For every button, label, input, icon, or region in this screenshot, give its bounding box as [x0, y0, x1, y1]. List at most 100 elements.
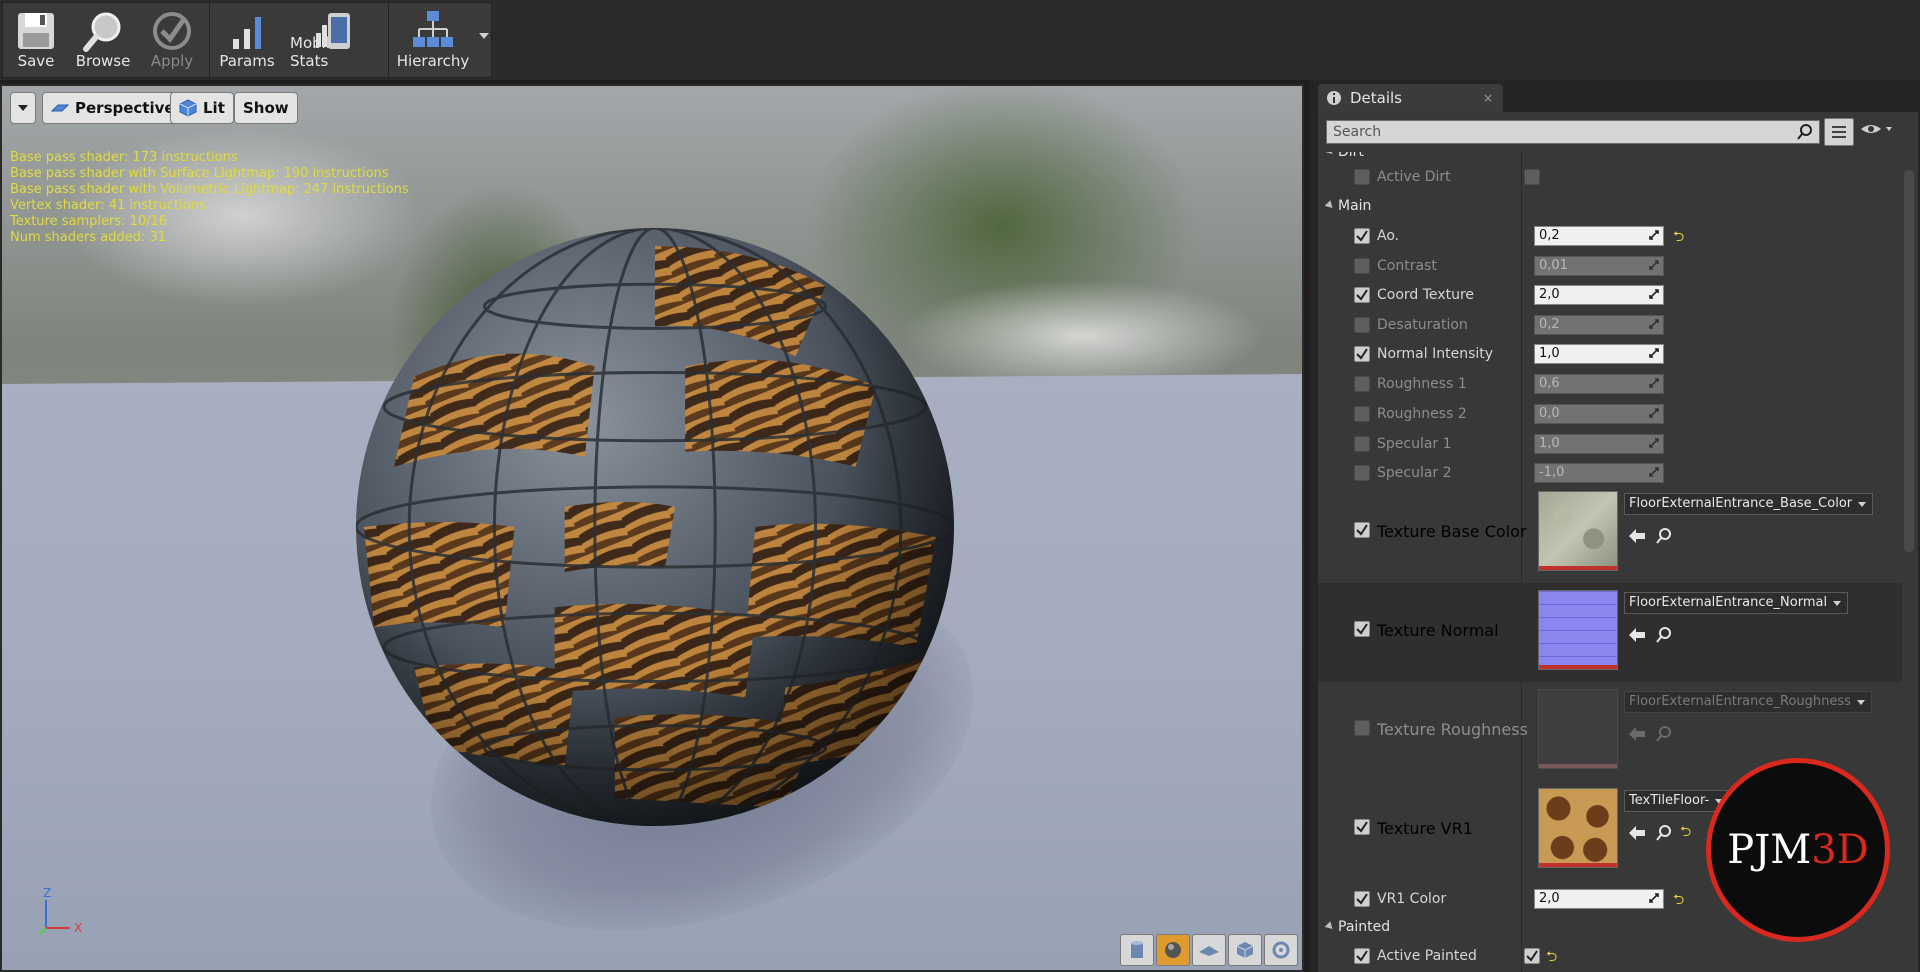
- tab-details[interactable]: Details ×: [1318, 84, 1503, 112]
- material-preview-viewport[interactable]: Perspective Lit Show Base pass shader: 1…: [0, 84, 1304, 972]
- specular-2-value-field[interactable]: -1,0: [1534, 463, 1664, 483]
- reset-to-default-icon[interactable]: ⮌: [1673, 226, 1684, 250]
- normal-thumbnail[interactable]: [1538, 590, 1618, 670]
- drag-spin-icon[interactable]: [1649, 230, 1659, 240]
- active-painted-enable-checkbox[interactable]: [1354, 948, 1370, 964]
- value-text: 0,6: [1539, 376, 1560, 391]
- details-scrollbar[interactable]: [1904, 170, 1914, 552]
- mobile-stats-button[interactable]: Mobile Stats: [282, 3, 386, 77]
- ao-value-field[interactable]: 0,2: [1534, 226, 1664, 246]
- vr1-color-value-field[interactable]: 2,0: [1534, 889, 1664, 909]
- texture-vr1-enable-checkbox[interactable]: [1354, 819, 1370, 835]
- chevron-down-icon: [1833, 601, 1842, 606]
- drag-spin-icon[interactable]: [1649, 438, 1659, 448]
- viewport-options-dropdown[interactable]: [10, 92, 36, 124]
- use-selected-arrow-icon[interactable]: [1628, 528, 1646, 544]
- contrast-value-field[interactable]: 0,01: [1534, 256, 1664, 276]
- base-color-asset-combo[interactable]: FloorExternalEntrance_Base_Color: [1624, 493, 1874, 515]
- expand-triangle-icon: [1324, 200, 1336, 211]
- coord-texture-value-field[interactable]: 2,0: [1534, 285, 1664, 305]
- params-button[interactable]: Params: [212, 3, 282, 77]
- desaturation-value-field[interactable]: 0,2: [1534, 315, 1664, 335]
- preview-cylinder-button[interactable]: [1120, 934, 1154, 966]
- value-text: 2,0: [1539, 287, 1560, 302]
- coord-texture-enable-checkbox[interactable]: [1354, 287, 1370, 303]
- property-matrix-button[interactable]: [1824, 118, 1854, 146]
- eye-icon[interactable]: [1860, 121, 1894, 137]
- vr1-color-enable-checkbox[interactable]: [1354, 891, 1370, 907]
- apply-button-label: Apply: [150, 52, 194, 70]
- show-flags-button[interactable]: Show: [234, 92, 298, 124]
- roughness-2-enable-checkbox[interactable]: [1354, 406, 1370, 422]
- normal-intensity-value-field[interactable]: 1,0: [1534, 344, 1664, 364]
- reset-to-default-icon[interactable]: ⮌: [1680, 821, 1691, 845]
- property-label: Active Painted: [1377, 948, 1477, 964]
- desaturation-enable-checkbox[interactable]: [1354, 317, 1370, 333]
- preview-cube-button[interactable]: [1228, 934, 1262, 966]
- active-painted-value-checkbox[interactable]: [1524, 948, 1540, 964]
- texture-base-color-enable-checkbox[interactable]: [1354, 522, 1370, 538]
- specular-1-enable-checkbox[interactable]: [1354, 436, 1370, 452]
- chevron-down-icon: [18, 105, 28, 111]
- normal-intensity-enable-checkbox[interactable]: [1354, 346, 1370, 362]
- texture-roughness-enable-checkbox[interactable]: [1354, 720, 1370, 736]
- vr1-asset-combo[interactable]: TexTileFloor-: [1624, 790, 1731, 812]
- contrast-enable-checkbox[interactable]: [1354, 258, 1370, 274]
- save-button-label: Save: [17, 52, 55, 70]
- drag-spin-icon[interactable]: [1649, 893, 1659, 903]
- roughness-thumbnail[interactable]: [1538, 689, 1618, 769]
- property-label: Roughness 1: [1377, 376, 1467, 392]
- use-selected-arrow-icon[interactable]: [1628, 825, 1646, 841]
- view-mode-lit-button[interactable]: Lit: [170, 92, 234, 124]
- property-row-roughness-2: Roughness 2 0,0: [1318, 399, 1902, 429]
- use-selected-arrow-icon[interactable]: [1628, 726, 1646, 742]
- property-label: Normal Intensity: [1377, 346, 1494, 362]
- property-label: Texture Base Color: [1377, 522, 1527, 541]
- drag-spin-icon[interactable]: [1649, 378, 1659, 388]
- browse-asset-icon[interactable]: [1656, 825, 1672, 841]
- apply-button[interactable]: Apply: [137, 3, 207, 77]
- drag-spin-icon[interactable]: [1649, 408, 1659, 418]
- search-input[interactable]: Search: [1326, 120, 1820, 144]
- category-main[interactable]: Main: [1318, 192, 1902, 222]
- hierarchy-dropdown-arrow[interactable]: [479, 33, 489, 39]
- perspective-button[interactable]: Perspective: [42, 92, 184, 124]
- drag-spin-icon[interactable]: [1649, 289, 1659, 299]
- preview-plane-button[interactable]: [1192, 934, 1226, 966]
- active-dirt-value-checkbox[interactable]: [1524, 169, 1540, 185]
- normal-asset-combo[interactable]: FloorExternalEntrance_Normal: [1624, 592, 1849, 614]
- roughness-2-value-field[interactable]: 0,0: [1534, 404, 1664, 424]
- drag-spin-icon[interactable]: [1649, 319, 1659, 329]
- drag-spin-icon[interactable]: [1649, 260, 1659, 270]
- thumb-bar: [1539, 863, 1617, 867]
- close-icon[interactable]: ×: [1483, 91, 1493, 105]
- browse-asset-icon[interactable]: [1656, 726, 1672, 742]
- specular-1-value-field[interactable]: 1,0: [1534, 434, 1664, 454]
- roughness-1-enable-checkbox[interactable]: [1354, 376, 1370, 392]
- browse-asset-icon[interactable]: [1656, 528, 1672, 544]
- browse-asset-icon[interactable]: [1656, 627, 1672, 643]
- chevron-down-icon: [1858, 502, 1867, 507]
- stats-line: Base pass shader with Surface Lightmap: …: [10, 166, 389, 181]
- use-selected-arrow-icon[interactable]: [1628, 627, 1646, 643]
- show-label: Show: [243, 99, 289, 117]
- texture-normal-enable-checkbox[interactable]: [1354, 621, 1370, 637]
- roughness-1-value-field[interactable]: 0,6: [1534, 374, 1664, 394]
- hierarchy-button[interactable]: Hierarchy: [391, 3, 489, 77]
- active-dirt-enable-checkbox[interactable]: [1354, 169, 1370, 185]
- base-color-thumbnail[interactable]: [1538, 491, 1618, 571]
- reset-to-default-icon[interactable]: ⮌: [1546, 946, 1557, 970]
- params-icon: [233, 17, 261, 49]
- preview-sphere-button[interactable]: [1156, 934, 1190, 966]
- ao-enable-checkbox[interactable]: [1354, 228, 1370, 244]
- vr1-thumbnail[interactable]: [1538, 788, 1618, 868]
- drag-spin-icon[interactable]: [1649, 348, 1659, 358]
- drag-spin-icon[interactable]: [1649, 467, 1659, 477]
- roughness-asset-combo[interactable]: FloorExternalEntrance_Roughness: [1624, 691, 1872, 713]
- search-placeholder: Search: [1333, 124, 1382, 140]
- reset-to-default-icon[interactable]: ⮌: [1673, 889, 1684, 913]
- browse-button[interactable]: Browse: [69, 3, 137, 77]
- preview-custom-mesh-button[interactable]: [1264, 934, 1298, 966]
- save-button[interactable]: Save: [3, 3, 69, 77]
- specular-2-enable-checkbox[interactable]: [1354, 465, 1370, 481]
